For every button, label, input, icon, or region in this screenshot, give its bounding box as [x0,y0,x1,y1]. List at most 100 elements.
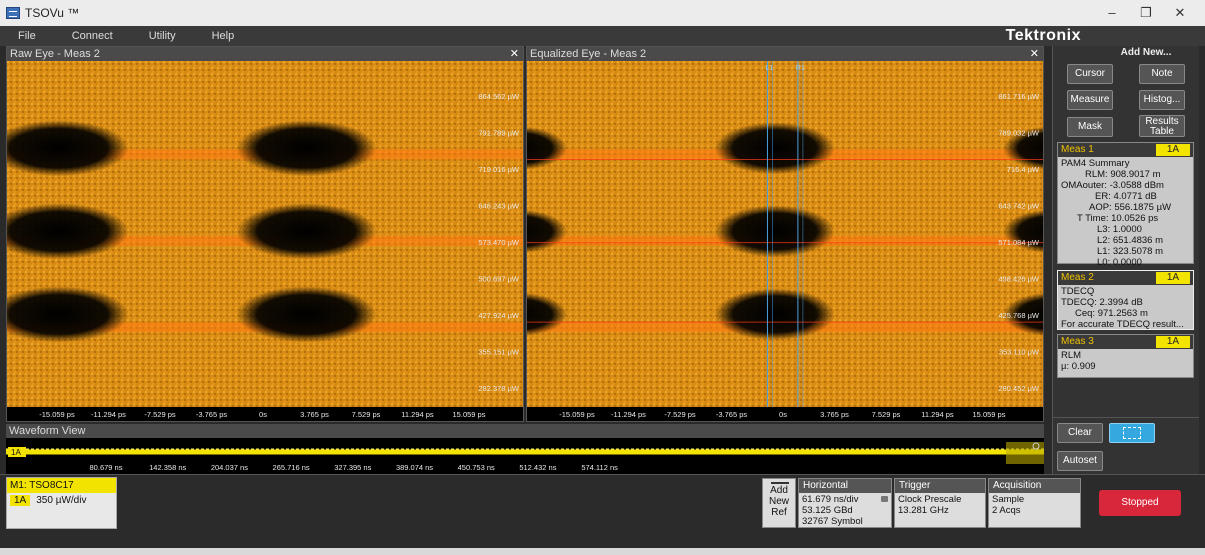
waveform-channel-label: 1A [11,448,21,457]
meas-1-card[interactable]: Meas 1 1A PAM4 Summary RLM: 908.9017 m O… [1057,142,1194,268]
selection-icon [1123,427,1141,439]
window-title: TSOVu ™ [25,6,80,20]
x-tick-label: -3.765 ps [716,410,748,419]
waveform-x-label: 142.358 ns [149,463,186,472]
x-tick-label: 0s [259,410,267,419]
waveform-x-label: 327.395 ns [334,463,371,472]
acquisition-box[interactable]: Acquisition Sample 2 Acqs [988,478,1081,528]
trigger-box[interactable]: Trigger Clock Prescale 13.281 GHz [894,478,986,528]
meas-3-header: Meas 3 1A [1058,335,1193,349]
close-icon[interactable]: ✕ [1030,47,1039,61]
eye-opening [236,286,377,343]
panel-divider [1053,417,1199,418]
x-tick-label: -11.294 ps [91,410,126,419]
meas-3-body: RLM µ: 0.909 [1058,349,1193,374]
y-tick-label: 573.470 µW [478,238,520,247]
y-tick-label: 353.110 µW [999,348,1040,357]
y-tick-label: 864.562 µW [478,92,520,101]
minimize-icon[interactable]: – [1095,3,1129,23]
add-new-heading: Add New... [1120,47,1172,58]
horizontal-scale: 61.679 ns/div [802,494,859,505]
meas-3-channel-badge: 1A [1156,336,1190,348]
window-controls: – ❐ ✕ [1095,3,1197,23]
screenshot-button[interactable] [1109,423,1155,443]
menu-connect[interactable]: Connect [72,30,113,42]
autoset-button[interactable]: Autoset [1057,451,1103,471]
meas-2-card[interactable]: Meas 2 1A TDECQ TDECQ: 2.3994 dB Ceq: 97… [1057,270,1194,330]
bottom-status-area: M1: TSO8C17 1A 350 µW/div Add New Ref Ho… [0,474,1205,552]
eye-opening [714,205,835,258]
x-tick-label: 11.294 ps [401,410,434,419]
equalized-eye-title: Equalized Eye - Meas 2 [530,48,647,60]
meas-1-body: PAM4 Summary RLM: 908.9017 m OMAouter: -… [1058,157,1193,270]
meas-1-rlm: RLM: 908.9017 m [1085,169,1161,180]
meas-1-er: ER: 4.0771 dB [1095,191,1157,202]
meas-1-aop: AOP: 556.1875 µW [1089,202,1172,213]
trigger-body: Clock Prescale 13.281 GHz [895,493,985,517]
clear-button[interactable]: Clear [1057,423,1103,443]
add-new-ref-button[interactable]: Add New Ref [762,478,796,528]
meas-2-note: For accurate TDECQ result... [1061,319,1184,330]
meas-2-title: Meas 2 [1061,272,1094,283]
x-tick-label: -7.529 ps [144,410,176,419]
channel-m1-box[interactable]: M1: TSO8C17 1A 350 µW/div [6,477,117,529]
trigger-title: Trigger [895,479,985,493]
x-tick-label: 15.059 ps [453,410,486,419]
add-ref-label-1: Add [770,485,788,496]
x-tick-label: 3.765 ps [300,410,329,419]
waveform-x-label: 389.074 ns [396,463,433,472]
x-tick-label: -15.059 ps [39,410,75,419]
meas-3-card[interactable]: Meas 3 1A RLM µ: 0.909 [1057,334,1194,378]
trigger-frequency: 13.281 GHz [898,505,949,516]
meas-1-l1: L1: 323.5078 m [1097,246,1164,257]
title-bar: TSOVu ™ – ❐ ✕ [0,0,1205,26]
horizontal-box[interactable]: Horizontal 61.679 ns/div 53.125 GBd 3276… [798,478,892,528]
meas-3-summary: RLM [1061,350,1082,361]
meas-1-summary: PAM4 Summary [1061,158,1130,169]
eye-opening [236,120,377,177]
measure-button[interactable]: Measure [1067,90,1113,110]
equalized-eye-panel: Equalized Eye - Meas 2 ✕ L1 R1 861.716 µW 7… [526,46,1044,422]
close-window-icon[interactable]: ✕ [1163,3,1197,23]
restore-icon[interactable]: ❐ [1129,3,1163,23]
x-tick-label: -15.059 ps [559,410,595,419]
raw-eye-plot[interactable]: 864.562 µW 791.789 µW 719.016 µW 646.243 µW… [7,61,523,421]
cursor-button[interactable]: Cursor [1067,64,1113,84]
raw-eye-title: Raw Eye - Meas 2 [10,48,100,60]
waveform-view-title: Waveform View [9,425,86,437]
mask-button[interactable]: Mask [1067,117,1113,137]
x-tick-label: -7.529 ps [664,410,696,419]
right-control-panel: Add New... Cursor Note Measure Histog...… [1052,46,1199,474]
y-tick-label: 716.4 µW [1007,165,1040,174]
cursor-label: R1 [796,65,805,72]
histogram-button[interactable]: Histog... [1139,90,1185,110]
y-tick-label: 355.151 µW [478,348,520,357]
waveform-view-plot[interactable]: 1A 80.679 ns 142.358 ns 204.037 ns 265.716 n… [6,438,1044,474]
waveform-x-label: 204.037 ns [211,463,248,472]
note-button[interactable]: Note [1139,64,1185,84]
waveform-svg: 1A 80.679 ns 142.358 ns 204.037 ns 265.716 n… [6,442,1044,472]
add-ref-label-2: New [768,496,789,507]
y-tick-label: 646.243 µW [478,202,520,211]
y-tick-label: 425.768 µW [998,311,1040,320]
cursor-label: L1 [765,65,773,72]
y-tick-label: 719.016 µW [478,165,520,174]
meas-1-omaouter: OMAouter: -3.0588 dBm [1061,180,1164,191]
x-tick-label: 15.059 ps [973,410,1006,419]
meas-1-ttime: T Time: 10.0526 ps [1077,213,1159,224]
menu-file[interactable]: File [18,30,36,42]
y-tick-label: 427.924 µW [478,311,520,320]
x-tick-label: 0s [779,410,787,419]
menu-help[interactable]: Help [212,30,235,42]
run-stop-button[interactable]: Stopped [1099,490,1181,516]
results-table-button[interactable]: Results Table [1139,115,1185,137]
y-tick-label: 282.378 µW [478,384,520,393]
acquisition-count: 2 Acqs [992,505,1021,516]
waveform-x-label: 512.432 ns [519,463,556,472]
waveform-x-label: 450.753 ns [458,463,495,472]
menu-utility[interactable]: Utility [149,30,176,42]
meas-1-l3: L3: 1.0000 [1097,224,1142,235]
close-icon[interactable]: ✕ [510,47,519,61]
equalized-eye-plot[interactable]: L1 R1 861.716 µW 789.032 µW 716.4 µW 643.742 … [527,61,1043,421]
meas-2-channel-badge: 1A [1156,272,1190,284]
